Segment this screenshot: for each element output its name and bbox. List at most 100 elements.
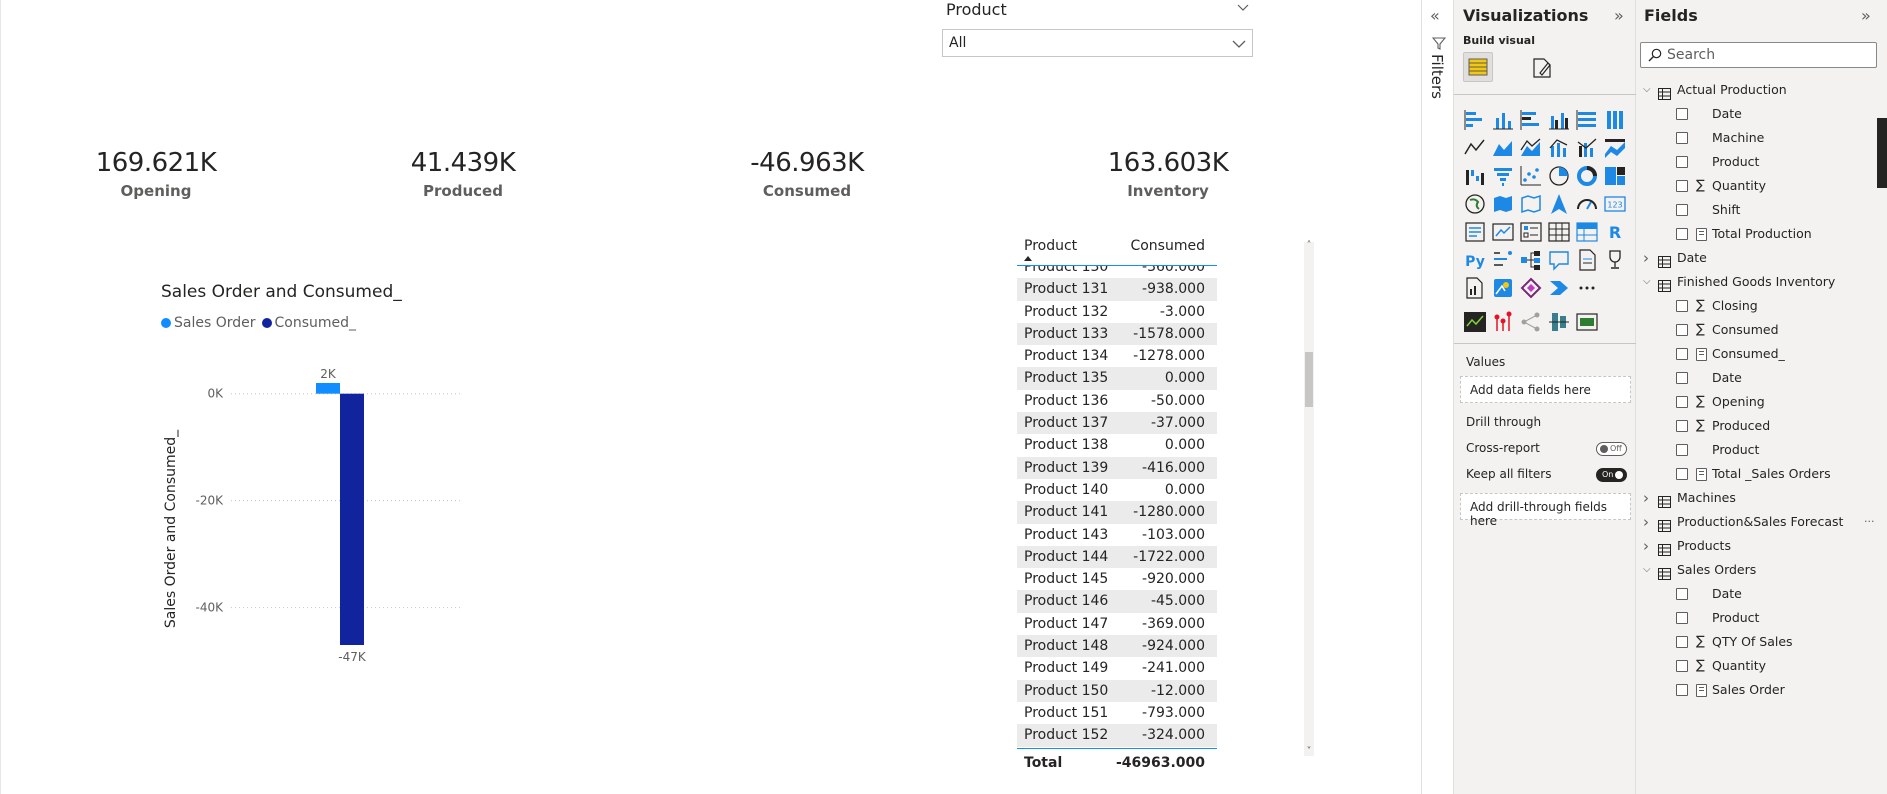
table-row[interactable]: Product 145 -920.000 [1017,568,1217,590]
filters-label[interactable]: Filters [1428,54,1446,99]
field-item[interactable]: Total _Sales Orders [1636,462,1887,486]
field-table[interactable]: ⌵ Sales Orders [1636,558,1887,582]
field-checkbox[interactable] [1676,396,1688,408]
cross-report-toggle[interactable]: Off [1596,442,1627,456]
field-checkbox[interactable] [1676,228,1688,240]
chevron-down-icon[interactable]: ⌵ [1643,558,1651,582]
area-chart-icon[interactable] [1491,136,1515,160]
bar-sales-order[interactable] [316,383,340,394]
table-row[interactable]: Product 141 -1280.000 [1017,501,1217,524]
table-row[interactable]: Product 135 0.000 [1017,367,1217,390]
field-checkbox[interactable] [1676,132,1688,144]
waterfall-chart-icon[interactable] [1463,164,1487,188]
table-body[interactable]: Product 130 -360.000 Product 131 -938.000 Pr… [1017,266,1217,748]
field-checkbox[interactable] [1676,444,1688,456]
double-chevron-right-icon[interactable]: » [1861,6,1871,25]
field-table[interactable]: › Machines [1636,486,1887,510]
table-row[interactable]: Product 136 -50.000 [1017,390,1217,412]
filled-map-icon[interactable] [1491,192,1515,216]
line-chart-icon[interactable] [1463,136,1487,160]
field-checkbox[interactable] [1676,108,1688,120]
field-checkbox[interactable] [1676,468,1688,480]
field-item[interactable]: Consumed_ [1636,342,1887,366]
field-item[interactable]: Total Production [1636,222,1887,246]
field-item[interactable]: Machine [1636,126,1887,150]
clustered-column-chart-icon[interactable] [1547,108,1571,132]
table-row[interactable]: Product 146 -45.000 [1017,590,1217,613]
custom-card-icon[interactable] [1575,310,1599,334]
field-item[interactable]: Shift [1636,198,1887,222]
filters-pane-collapsed[interactable]: « Filters [1421,0,1454,794]
qa-visual-icon[interactable] [1547,248,1571,272]
field-item[interactable]: Product [1636,438,1887,462]
custom-gantt-icon[interactable] [1547,310,1571,334]
table-row[interactable]: Product 149 -241.000 [1017,657,1217,679]
100-stacked-bar-chart-icon[interactable] [1575,108,1599,132]
chevron-down-icon[interactable]: ⌵ [1643,270,1651,294]
legend-item-sales-order[interactable]: Sales Order [161,315,256,331]
table-row[interactable]: Product 131 -938.000 [1017,278,1217,301]
card-produced[interactable]: 41.439K Produced [363,148,563,200]
decomposition-tree-icon[interactable] [1519,248,1543,272]
field-checkbox[interactable] [1676,180,1688,192]
table-scrollbar[interactable]: ˄ ˅ [1304,241,1314,757]
table-row[interactable]: Product 133 -1578.000 [1017,322,1217,346]
format-visual-tab-icon[interactable] [1529,55,1555,81]
stacked-column-chart-icon[interactable] [1491,108,1515,132]
field-item[interactable]: ∑ Quantity [1636,174,1887,198]
values-drop-zone[interactable]: Add data fields here [1460,376,1631,403]
bar-chart[interactable]: Sales Order and Consumed_ 0K -20K -40K 2K -47… [151,355,471,675]
clustered-bar-chart-icon[interactable] [1519,108,1543,132]
chevron-down-icon[interactable]: ⌵ [1643,78,1651,102]
field-item[interactable]: ∑ QTY Of Sales [1636,630,1887,654]
custom-network-icon[interactable] [1519,310,1543,334]
table-row[interactable]: Product 139 -416.000 [1017,456,1217,479]
field-checkbox[interactable] [1676,372,1688,384]
keep-all-filters-toggle[interactable]: On [1596,468,1627,482]
donut-chart-icon[interactable] [1575,164,1599,188]
multi-row-card-icon[interactable] [1463,220,1487,244]
chevron-right-icon[interactable]: › [1643,246,1649,270]
stacked-area-chart-icon[interactable] [1519,136,1543,160]
fields-search-input[interactable]: Search [1640,42,1877,68]
matrix-icon[interactable] [1575,220,1599,244]
paginated-report-icon[interactable] [1463,276,1487,300]
double-chevron-left-icon[interactable]: « [1430,6,1440,25]
field-item[interactable]: Product [1636,150,1887,174]
field-item[interactable]: ∑ Produced [1636,414,1887,438]
power-apps-icon[interactable] [1519,276,1543,300]
field-checkbox[interactable] [1676,636,1688,648]
build-visual-tab-icon[interactable] [1463,52,1493,82]
table-row[interactable]: Product 137 -37.000 [1017,412,1217,435]
field-item[interactable]: ∑ Consumed [1636,318,1887,342]
custom-sparkline-icon[interactable] [1463,310,1487,334]
python-visual-icon[interactable]: Py [1463,248,1487,272]
table-row[interactable]: Product 150 -12.000 [1017,679,1217,702]
azure-map-icon[interactable] [1547,192,1571,216]
field-checkbox[interactable] [1676,300,1688,312]
field-checkbox[interactable] [1676,612,1688,624]
field-checkbox[interactable] [1676,324,1688,336]
chevron-down-icon[interactable] [1237,2,1249,14]
table-row[interactable]: Product 148 -924.000 [1017,635,1217,658]
table-header[interactable]: Product Consumed [1017,232,1217,266]
100-stacked-column-chart-icon[interactable] [1603,108,1627,132]
treemap-icon[interactable] [1603,164,1627,188]
map-icon[interactable] [1463,192,1487,216]
field-checkbox[interactable] [1676,660,1688,672]
field-item[interactable]: Date [1636,582,1887,606]
chevron-right-icon[interactable]: › [1643,486,1649,510]
field-table[interactable]: ⌵ Actual Production [1636,78,1887,102]
table-row[interactable]: Product 152 -324.000 [1017,724,1217,747]
metrics-icon[interactable] [1603,248,1627,272]
product-slicer-dropdown[interactable]: All [942,29,1253,57]
field-checkbox[interactable] [1676,156,1688,168]
field-item[interactable]: Sales Order [1636,678,1887,702]
line-and-clustered-column-icon[interactable] [1575,136,1599,160]
chart-legend[interactable]: Sales Order Consumed_ [161,315,356,331]
field-item[interactable]: Date [1636,102,1887,126]
gauge-icon[interactable] [1575,192,1599,216]
field-item[interactable]: ∑ Opening [1636,390,1887,414]
power-automate-icon[interactable] [1547,276,1571,300]
field-checkbox[interactable] [1676,588,1688,600]
